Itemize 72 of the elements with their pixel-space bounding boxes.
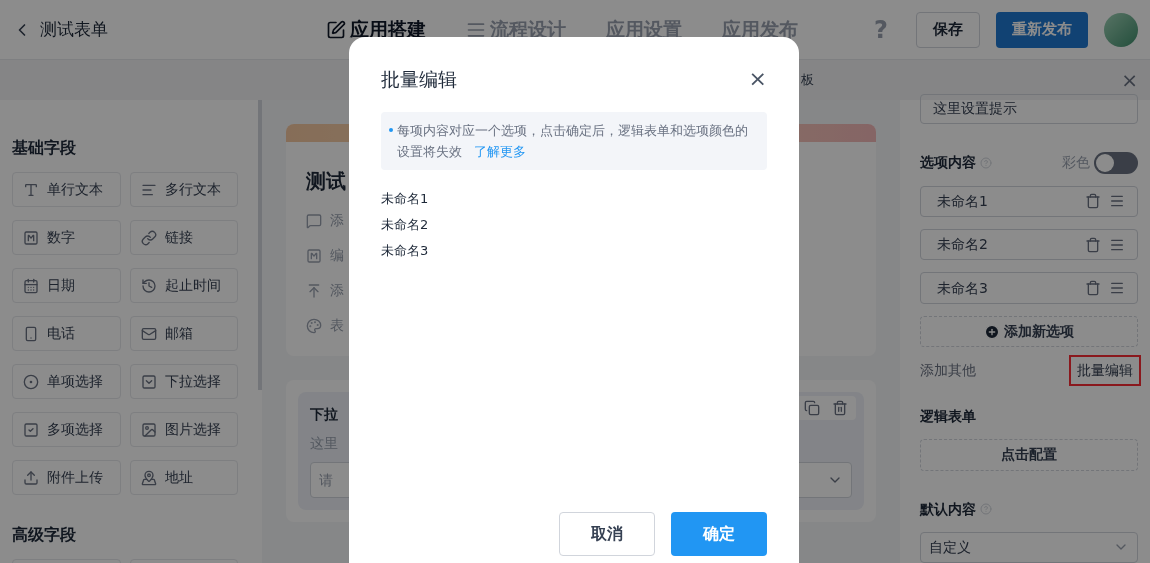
delete-icon[interactable]	[1085, 280, 1101, 297]
bullet-icon	[389, 127, 393, 132]
item-icon	[306, 282, 322, 299]
field-type-button[interactable]: 电话	[12, 316, 121, 351]
field-icon	[140, 325, 157, 342]
field-type-button[interactable]: 单项选择	[12, 364, 121, 399]
logic-label: 逻辑表单	[920, 407, 977, 427]
field-type-button[interactable]: 数字	[12, 220, 121, 255]
close-button[interactable]: ×	[748, 68, 767, 91]
option-row[interactable]: 未命名2	[920, 229, 1138, 261]
form-title: 测试表单	[40, 17, 108, 41]
options-label: 选项内容	[920, 153, 976, 173]
field-type-button[interactable]: 链接	[129, 220, 238, 255]
publish-button[interactable]: 重新发布	[996, 11, 1088, 48]
delete-icon[interactable]	[1085, 236, 1101, 253]
field-type-button[interactable]: 起止时间	[129, 268, 238, 303]
field-icon	[140, 277, 157, 294]
avatar[interactable]	[1104, 12, 1138, 47]
learn-more-link[interactable]: 了解更多	[474, 143, 526, 159]
hint-input[interactable]: 这里设置提示	[920, 94, 1138, 124]
field-type-button[interactable]: 地址	[129, 460, 238, 495]
section-title: 基础字段	[12, 137, 77, 159]
field-type-button[interactable]: 多项选择	[12, 412, 121, 447]
edit-icon	[326, 19, 346, 40]
color-toggle[interactable]	[1094, 151, 1138, 174]
field-type-button[interactable]: 邮箱	[129, 316, 238, 351]
default-select[interactable]: 自定义	[920, 531, 1138, 563]
cancel-button[interactable]: 取消	[559, 511, 655, 556]
field-type-button[interactable]: 日期	[12, 268, 121, 303]
field-icon	[140, 421, 157, 438]
plus-icon	[984, 323, 1000, 340]
confirm-button[interactable]: 确定	[671, 511, 767, 556]
item-icon	[306, 247, 322, 264]
option-text: 未命名1	[937, 191, 988, 211]
configure-button[interactable]: 点击配置	[920, 439, 1138, 471]
delete-icon[interactable]	[832, 400, 848, 416]
field-icon	[23, 229, 39, 246]
banner-close-button[interactable]: ×	[1121, 70, 1138, 90]
option-text: 未命名3	[937, 278, 988, 298]
field-icon	[140, 229, 157, 246]
field-type-button[interactable]: 下拉选择	[129, 364, 238, 399]
item-icon	[306, 317, 322, 334]
dialog-title: 批量编辑	[381, 67, 457, 92]
field-label: 下拉	[310, 405, 338, 424]
save-button[interactable]: 保存	[916, 11, 980, 48]
field-icon	[140, 373, 157, 390]
field-icon	[23, 421, 39, 438]
option-row[interactable]: 未命名1	[920, 185, 1138, 218]
field-icon	[140, 469, 157, 486]
option-text: 未命名2	[937, 235, 988, 255]
field-icon	[23, 277, 39, 294]
section-title: 高级字段	[12, 524, 77, 546]
field-type-button[interactable]: 单行文本	[12, 172, 121, 207]
notice-text: 每项内容对应一个选项，点击确定后，逻辑表单和选项颜色的设置将失效 了解更多	[397, 121, 749, 161]
field-type-button[interactable]: 图片选择	[129, 412, 238, 447]
form-heading: 测试	[306, 168, 347, 195]
delete-icon[interactable]	[1085, 193, 1101, 210]
field-icon	[23, 325, 39, 342]
banner-text: 板	[801, 71, 814, 90]
field-icon	[23, 181, 39, 198]
add-option-button[interactable]: 添加新选项	[920, 315, 1138, 348]
batch-text-field[interactable]: 未命名1 未命名2 未命名3	[381, 185, 767, 506]
default-label: 默认内容	[920, 499, 976, 519]
item-icon	[306, 212, 322, 229]
field-type-button[interactable]: 附件上传	[12, 460, 121, 495]
copy-icon[interactable]	[804, 400, 820, 416]
field-icon	[23, 469, 39, 486]
add-other-link[interactable]: 添加其他	[920, 360, 976, 382]
option-row[interactable]: 未命名3	[920, 272, 1138, 304]
field-icon	[23, 373, 39, 390]
field-type-button[interactable]: 多行文本	[129, 172, 238, 207]
batch-edit-link[interactable]: 批量编辑	[1069, 355, 1141, 387]
